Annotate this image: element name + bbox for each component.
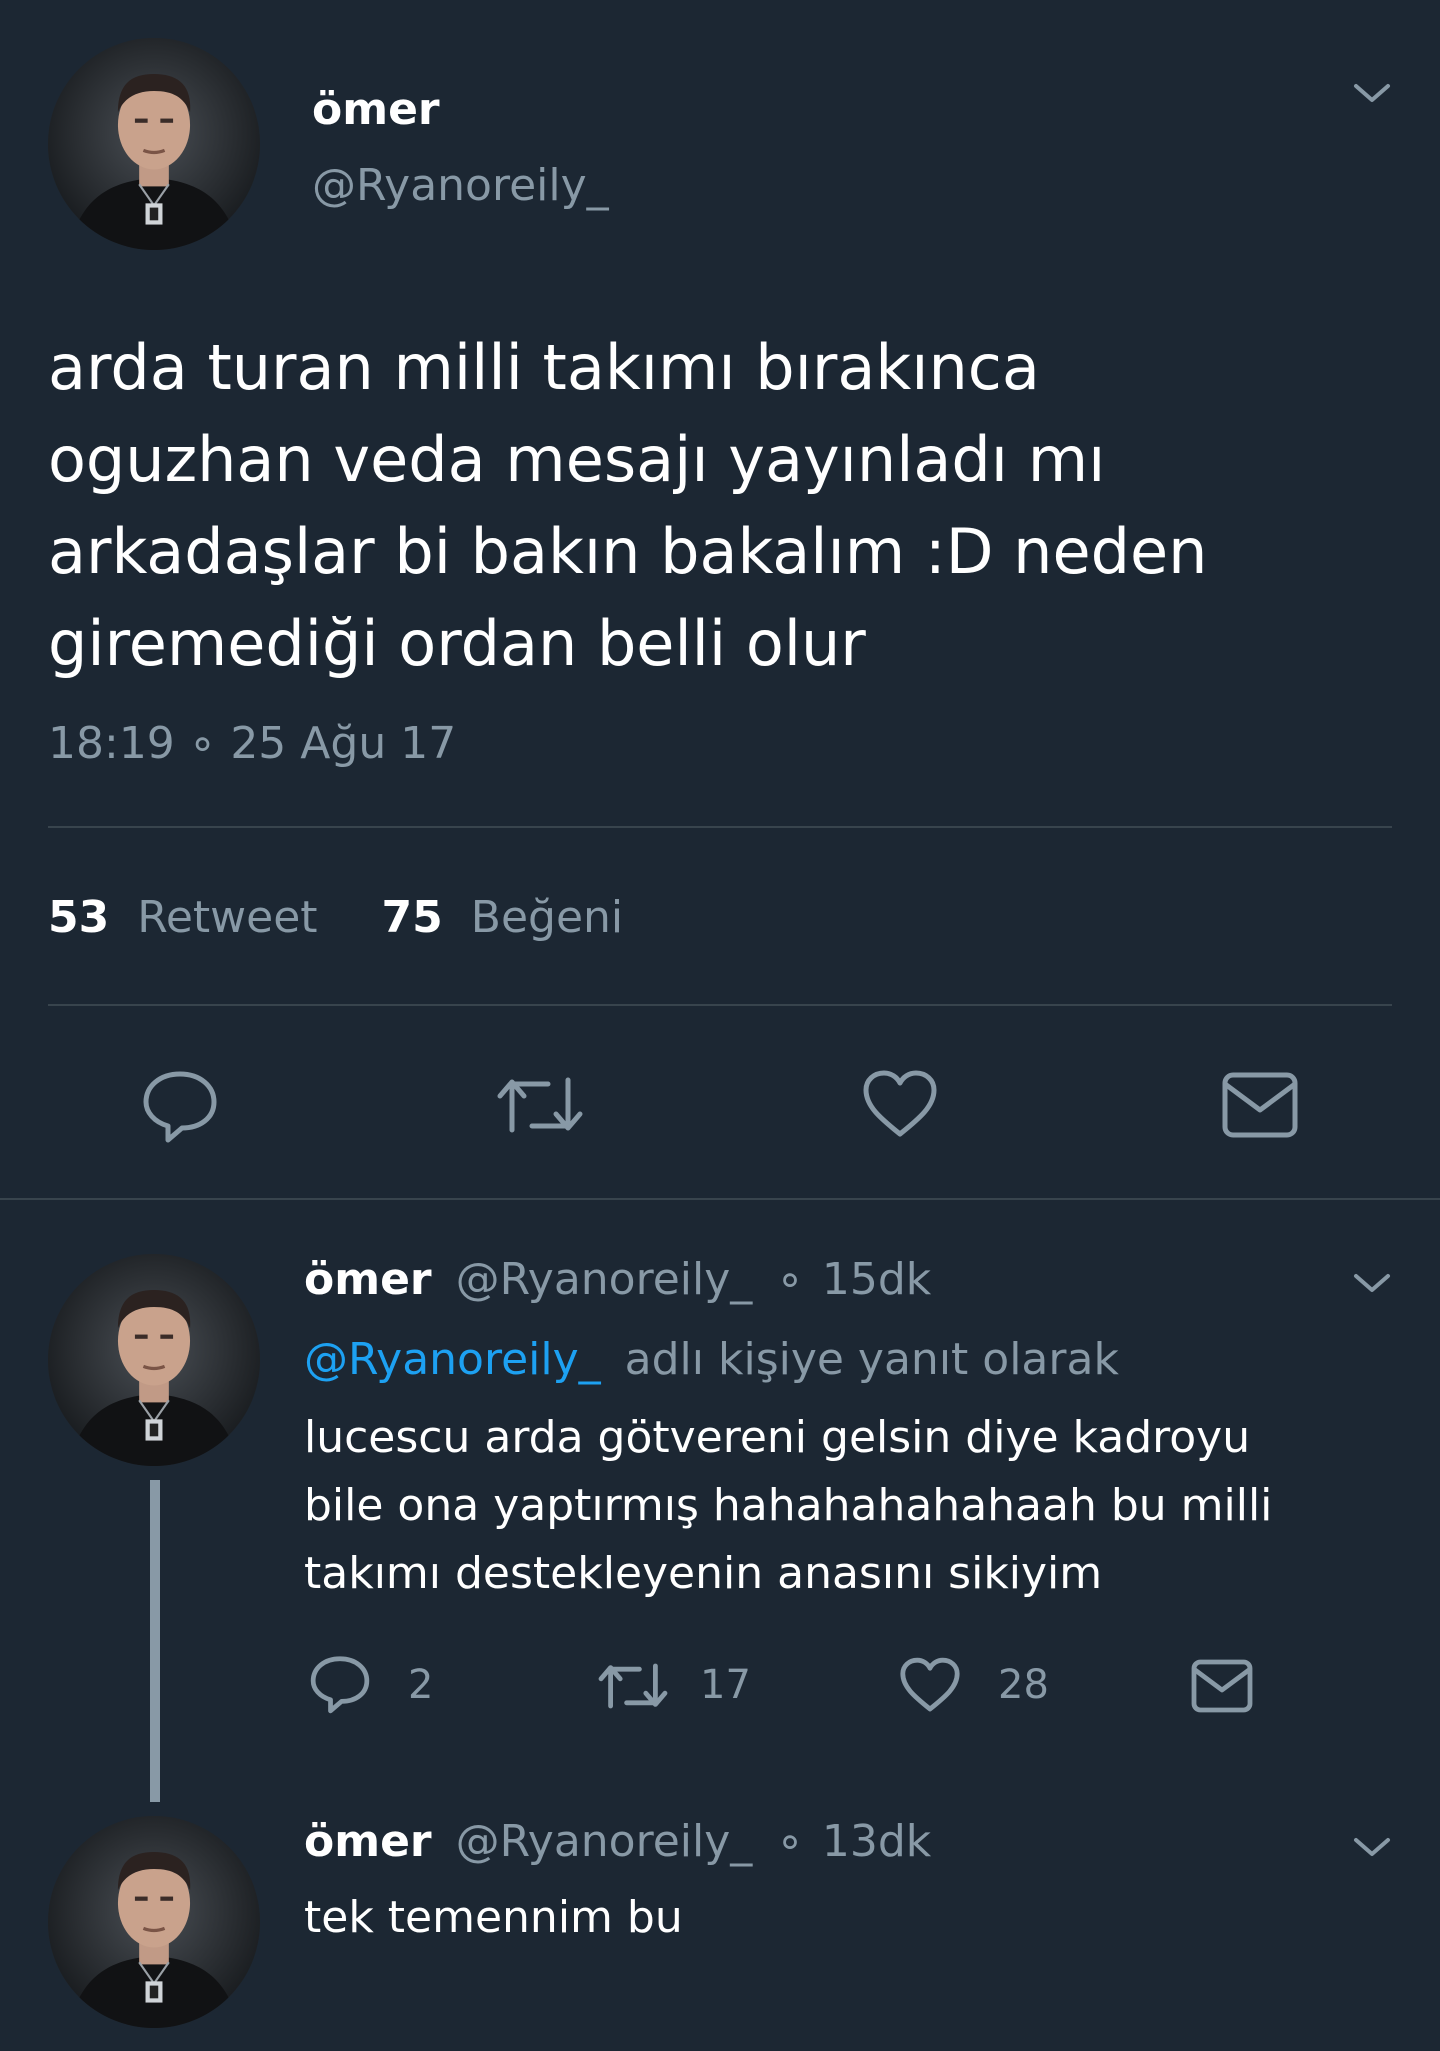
avatar[interactable] [48,1254,260,1466]
message-icon[interactable] [1220,1070,1300,1140]
tweet-text-line: oguzhan veda mesajı yayınladı mı [48,423,1106,496]
avatar[interactable] [48,1816,260,2028]
like-label[interactable]: Beğeni [471,892,623,943]
chevron-down-icon[interactable] [1350,80,1394,108]
retweet-count[interactable]: 53 [48,892,109,943]
timestamp[interactable]: 18:19 ∘ 25 Ağu 17 [48,718,456,769]
tweet-text-line: giremediği ordan belli olur [48,607,866,680]
reply-text-line: lucescu arda götvereni gelsin diye kadro… [304,1412,1251,1463]
relative-time[interactable]: 13dk [822,1816,931,1867]
tweet-text: arda turan milli takımı bırakınca oguzha… [48,322,1207,690]
reply-to-text: adlı kişiye yanıt olarak [624,1334,1119,1385]
tweet-text-line: arda turan milli takımı bırakınca [48,331,1040,404]
reply-icon[interactable] [140,1068,220,1144]
reply-count: 2 [408,1662,434,1708]
relative-time[interactable]: 15dk [822,1254,931,1305]
reply-icon[interactable] [308,1654,372,1714]
retweet-icon[interactable] [596,1658,670,1714]
display-name[interactable]: ömer [304,1816,432,1867]
chevron-down-icon[interactable] [1350,1270,1394,1298]
reply-header: ömer @Ryanoreily_ ∘ 13dk [304,1816,931,1867]
retweet-count: 17 [700,1662,751,1708]
display-name[interactable]: ömer [304,1254,432,1305]
thread-line [150,1480,160,1802]
tweet-text-line: arkadaşlar bi bakın bakalım :D neden [48,515,1208,588]
message-icon[interactable] [1190,1658,1254,1714]
reply-actions: 2 17 28 [304,1650,1304,1720]
handle[interactable]: @Ryanoreily_ [456,1816,753,1867]
reply-to-link[interactable]: @Ryanoreily_ [304,1334,601,1385]
like-count[interactable]: 75 [382,892,443,943]
reply-text-line: takımı destekleyenin anasını sikiyim [304,1548,1103,1599]
reply-context: @Ryanoreily_ adlı kişiye yanıt olarak [304,1334,1119,1385]
section-divider [0,1198,1440,1200]
reply-text: tek temennim bu [304,1884,683,1952]
retweet-icon[interactable] [494,1070,586,1140]
like-count: 28 [998,1662,1049,1708]
retweet-label[interactable]: Retweet [137,892,317,943]
reply-text-line: tek temennim bu [304,1892,683,1943]
avatar[interactable] [48,38,260,250]
separator-dot: ∘ [776,1816,804,1867]
like-icon[interactable] [898,1656,962,1714]
handle[interactable]: @Ryanoreily_ [456,1254,753,1305]
display-name[interactable]: ömer [312,84,440,135]
like-icon[interactable] [860,1068,940,1140]
stats-row: 53 Retweet 75 Beğeni [48,892,623,943]
chevron-down-icon[interactable] [1350,1834,1394,1862]
reply-text: lucescu arda götvereni gelsin diye kadro… [304,1404,1272,1608]
handle[interactable]: @Ryanoreily_ [312,160,609,211]
separator-dot: ∘ [776,1254,804,1305]
reply-header: ömer @Ryanoreily_ ∘ 15dk [304,1254,931,1305]
reply-text-line: bile ona yaptırmış hahahahahahaah bu mil… [304,1480,1273,1531]
divider [48,1004,1392,1006]
divider [48,826,1392,828]
